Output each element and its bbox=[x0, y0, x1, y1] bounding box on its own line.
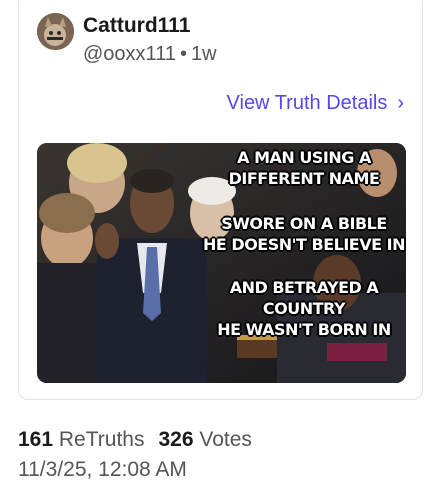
post-card[interactable]: Catturd111 @ooxx111 • 1w View Truth Detail… bbox=[18, 0, 423, 400]
details-link-label[interactable]: View Truth Details bbox=[227, 92, 388, 114]
post-age: 1w bbox=[190, 43, 217, 65]
post-timestamp: 11/3/25, 12:08 AM bbox=[18, 458, 187, 481]
meme-caption-1-line-1: A MAN USING A bbox=[237, 148, 371, 167]
post-image[interactable]: A MAN USING A DIFFERENT NAME SWORE ON A … bbox=[37, 143, 406, 383]
meme-caption-2: SWORE ON A BIBLE HE DOESN'T BELIEVE IN bbox=[199, 213, 406, 255]
post-stats: 161 ReTruths 326 Votes bbox=[18, 428, 252, 452]
meme-caption-2-line-1: SWORE ON A BIBLE bbox=[221, 214, 387, 233]
retruths-count[interactable]: 161 bbox=[18, 428, 53, 451]
avatar[interactable] bbox=[37, 13, 74, 50]
meme-caption-3-line-2: HE WASN'T BORN IN bbox=[217, 320, 391, 339]
votes-label[interactable]: Votes bbox=[199, 428, 252, 451]
separator-dot: • bbox=[179, 43, 187, 65]
author-handle[interactable]: @ooxx111 bbox=[83, 43, 176, 65]
meme-caption-3-line-1: AND BETRAYED A COUNTRY bbox=[229, 278, 379, 318]
meme-caption-1: A MAN USING A DIFFERENT NAME bbox=[199, 147, 406, 189]
retruths-label[interactable]: ReTruths bbox=[59, 428, 145, 451]
meme-caption-1-line-2: DIFFERENT NAME bbox=[228, 169, 380, 188]
view-truth-details-link[interactable]: View Truth Details › bbox=[227, 92, 404, 115]
author-name[interactable]: Catturd111 bbox=[83, 14, 190, 38]
meme-caption-3: AND BETRAYED A COUNTRY HE WASN'T BORN IN bbox=[199, 277, 406, 340]
author-meta: @ooxx111 • 1w bbox=[83, 43, 217, 66]
chevron-right-icon: › bbox=[397, 92, 404, 114]
votes-count[interactable]: 326 bbox=[158, 428, 193, 451]
meme-caption-2-line-2: HE DOESN'T BELIEVE IN bbox=[203, 235, 405, 254]
